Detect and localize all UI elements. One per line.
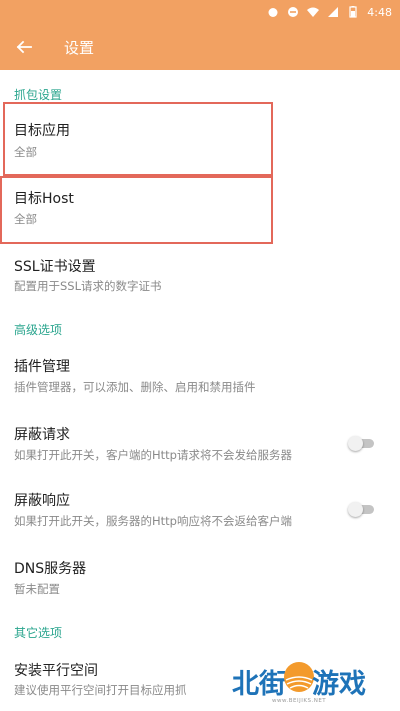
pref-block-response[interactable]: 屏蔽响应 如果打开此开关，服务器的Http响应将不会返给客户端 (0, 476, 400, 542)
switch-thumb (348, 436, 363, 451)
alarm-icon (268, 8, 278, 17)
status-icons: 4:48 (267, 3, 392, 21)
back-button[interactable] (10, 33, 38, 61)
pref-summary: 建议使用平行空间打开目标应用抓 (14, 683, 187, 697)
watermark-logo: 北街 游戏 www.BEIJIKS.NET (232, 660, 392, 708)
block-response-switch[interactable] (348, 502, 376, 517)
status-time: 4:48 (367, 5, 392, 19)
pref-title: 插件管理 (14, 359, 70, 375)
signal-icon (328, 7, 339, 17)
battery-icon (349, 6, 357, 18)
do-not-disturb-icon (288, 7, 299, 17)
pref-dns-server[interactable]: DNS服务器 暂未配置 (0, 546, 400, 608)
section-header-advanced: 高级选项 (14, 323, 63, 337)
watermark-text-right: 游戏 (312, 669, 366, 700)
pref-title: SSL证书设置 (14, 259, 96, 275)
watermark-text-left: 北街 (232, 669, 286, 700)
section-header-other: 其它选项 (14, 626, 63, 640)
section-header-capture: 抓包设置 (14, 88, 63, 102)
highlight-box-target-app (3, 102, 273, 176)
app-bar: 设置 (0, 24, 400, 70)
switch-thumb (348, 502, 363, 517)
back-arrow-icon (16, 40, 32, 54)
highlight-box-target-host (0, 176, 273, 244)
pref-summary: 配置用于SSL请求的数字证书 (14, 279, 162, 293)
pref-ssl-certificate[interactable]: SSL证书设置 配置用于SSL请求的数字证书 (0, 244, 400, 304)
pref-summary: 如果打开此开关，客户端的Http请求将不会发给服务器 (14, 448, 292, 462)
watermark-url: www.BEIJIKS.NET (272, 698, 327, 704)
pref-title: DNS服务器 (14, 561, 87, 577)
pref-summary: 插件管理器，可以添加、删除、启用和禁用插件 (14, 380, 256, 394)
wifi-icon (307, 7, 320, 17)
pref-block-request[interactable]: 屏蔽请求 如果打开此开关，客户端的Http请求将不会发给服务器 (0, 410, 400, 476)
page-title: 设置 (64, 39, 95, 57)
pref-plugin-manager[interactable]: 插件管理 插件管理器，可以添加、删除、启用和禁用插件 (0, 344, 400, 404)
status-bar: 4:48 (0, 0, 400, 24)
sun-logo-icon (284, 662, 314, 692)
pref-title: 安装平行空间 (14, 663, 98, 679)
block-request-switch[interactable] (348, 436, 376, 451)
pref-title: 屏蔽请求 (14, 427, 70, 443)
pref-title: 屏蔽响应 (14, 493, 70, 509)
pref-summary: 暂未配置 (14, 582, 60, 596)
pref-summary: 如果打开此开关，服务器的Http响应将不会返给客户端 (14, 514, 292, 528)
